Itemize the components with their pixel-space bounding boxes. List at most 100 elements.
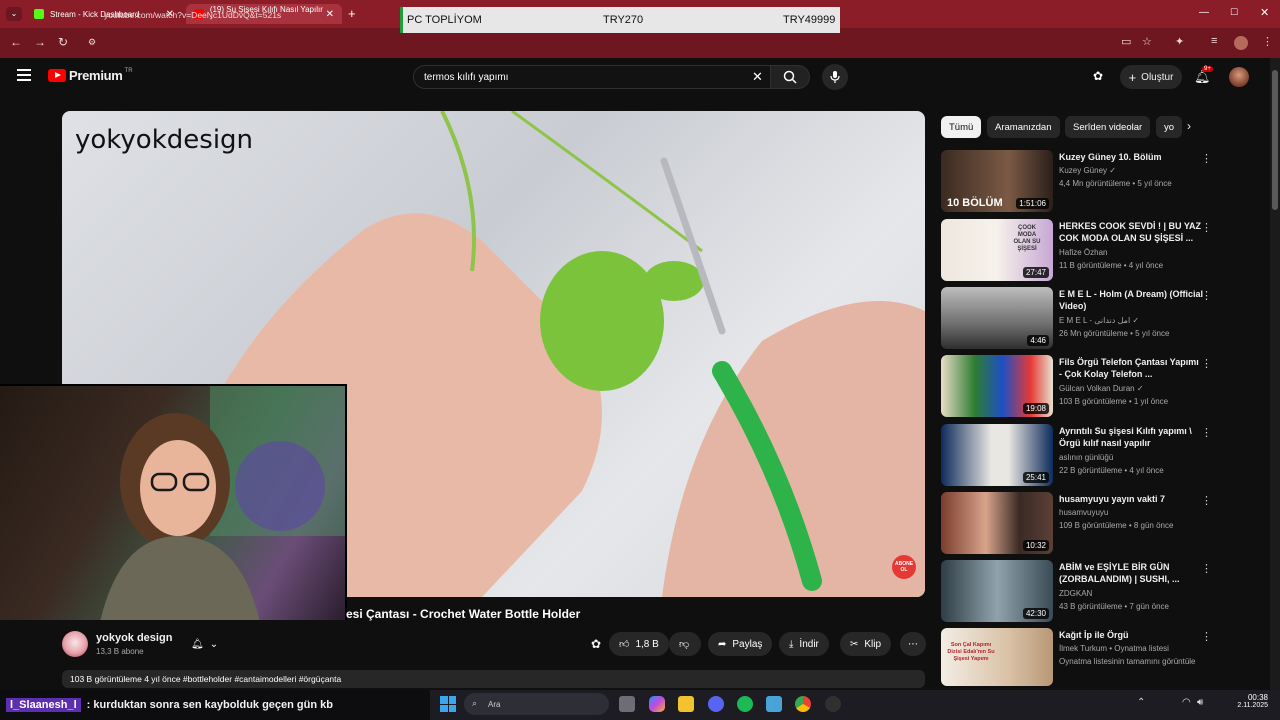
reco-channel[interactable]: husamvuyuyu: [1059, 508, 1108, 517]
more-icon[interactable]: ⋮: [1201, 630, 1212, 643]
reco-item[interactable]: ÇOOK MODA OLAN SU ŞİŞESİ 27:47 HERKES CO…: [941, 219, 1216, 281]
obs-icon[interactable]: [825, 696, 841, 712]
channel-avatar[interactable]: [62, 631, 88, 657]
spotify-icon[interactable]: [737, 696, 753, 712]
reco-thumbnail: ÇOOK MODA OLAN SU ŞİŞESİ 27:47: [941, 219, 1053, 281]
create-button[interactable]: + Oluştur: [1120, 65, 1182, 89]
like-button[interactable]: 👍︎ 1,8 B: [609, 632, 669, 656]
reco-meta: 26 Mn görüntüleme • 5 yıl önce: [1059, 329, 1170, 338]
install-app-icon[interactable]: ▭: [1121, 35, 1131, 48]
duration-badge: 4:46: [1027, 335, 1049, 346]
more-icon[interactable]: ⋮: [1201, 357, 1212, 370]
youtube-logo[interactable]: Premium TR: [48, 68, 133, 83]
clip-button[interactable]: ✂ Klip: [840, 632, 892, 656]
site-info-icon[interactable]: ⚙: [88, 37, 96, 48]
chevron-right-icon[interactable]: ›: [1187, 119, 1191, 133]
reading-list-icon[interactable]: ≡: [1211, 35, 1217, 47]
voice-search-button[interactable]: [822, 64, 848, 90]
more-icon[interactable]: ⋮: [1201, 152, 1212, 165]
more-icon[interactable]: ⋮: [1201, 562, 1212, 575]
window-minimize-icon[interactable]: —: [1199, 7, 1209, 18]
dislike-button[interactable]: 👎︎: [669, 632, 701, 656]
streamer-webcam: [0, 384, 347, 620]
taskbar-search-icon: ⌕: [472, 698, 478, 708]
more-icon[interactable]: ⋮: [1201, 289, 1212, 302]
more-actions-button[interactable]: ⋯: [900, 632, 926, 656]
more-icon[interactable]: ⋮: [1201, 221, 1212, 234]
window-close-icon[interactable]: ✕: [1260, 6, 1269, 19]
volume-icon[interactable]: 🔊︎: [1197, 697, 1203, 708]
app-icon[interactable]: [766, 696, 782, 712]
bell-icon: 🔔︎: [191, 638, 204, 650]
logo-region: TR: [124, 68, 133, 74]
reco-thumbnail: Son Çal Kapımı Dizisi Edalı'nın Su Şişes…: [941, 628, 1053, 686]
windows-start-icon[interactable]: [440, 696, 456, 712]
bookmark-star-icon[interactable]: ☆: [1142, 35, 1152, 48]
reload-icon[interactable]: ↻: [58, 35, 68, 49]
chip-all[interactable]: Tümü: [941, 116, 982, 138]
tab-menu-icon[interactable]: ⌄: [6, 7, 22, 21]
share-button[interactable]: ➦ Paylaş: [708, 632, 773, 656]
task-view-icon[interactable]: [619, 696, 635, 712]
network-icon[interactable]: ◠: [1182, 697, 1191, 708]
duration-badge: 42:30: [1022, 608, 1049, 619]
subscription-bell-button[interactable]: 🔔︎ ⌄: [181, 632, 231, 656]
chrome-icon[interactable]: [795, 696, 811, 712]
hamburger-menu-icon[interactable]: [17, 69, 31, 81]
duration-badge: 27:47: [1022, 267, 1049, 278]
reco-channel[interactable]: aslının günlüğü: [1059, 453, 1113, 462]
reco-item[interactable]: 10 BÖLÜM 1:51:06 Kuzey Güney 10. Bölüm K…: [941, 150, 1216, 212]
description-box[interactable]: 103 B görüntüleme 4 yıl önce #bottlehold…: [62, 670, 925, 688]
tray-chevron-icon[interactable]: ⌃: [1137, 697, 1145, 708]
chip-from-search[interactable]: Aramanızdan: [987, 116, 1060, 138]
scrollbar-thumb[interactable]: [1272, 70, 1278, 210]
reco-meta: 43 B görüntüleme • 7 gün önce: [1059, 602, 1169, 611]
profile-avatar[interactable]: [1234, 36, 1248, 50]
duration-badge: 25:41: [1022, 472, 1049, 483]
chip-more[interactable]: yo: [1156, 116, 1182, 138]
search-placeholder: Ara: [488, 699, 501, 709]
more-icon[interactable]: ⋮: [1201, 426, 1212, 439]
reco-item[interactable]: 19:08 Fils Örgü Telefon Çantası Yapımı -…: [941, 355, 1216, 417]
notifications-button[interactable]: 🔔︎ 9+: [1194, 66, 1213, 86]
clock[interactable]: 00:38 2.11.2025: [1232, 693, 1268, 709]
thumbs-down-icon: 👎︎: [679, 639, 690, 650]
window-maximize-icon[interactable]: ☐: [1230, 7, 1238, 18]
chip-series[interactable]: Serîden videolar: [1065, 116, 1151, 138]
channel-name[interactable]: yokyok design: [96, 632, 172, 644]
reco-channel[interactable]: ZDGKAN: [1059, 589, 1092, 598]
taskbar-search[interactable]: Ara: [464, 693, 609, 715]
subscribe-watermark-badge[interactable]: ABONE OL: [892, 555, 916, 579]
download-button[interactable]: ⤓ İndir: [779, 632, 829, 656]
back-icon[interactable]: ←: [10, 35, 22, 49]
extensions-icon[interactable]: ✦: [1175, 35, 1184, 48]
discord-icon[interactable]: [708, 696, 724, 712]
youtube-play-icon: [48, 69, 66, 82]
account-avatar[interactable]: [1229, 67, 1249, 87]
reco-item[interactable]: 4:46 E M E L - Holm (A Dream) (Official …: [941, 287, 1216, 349]
reco-item[interactable]: 25:41 Ayrıntılı Su şişesi Kılıfı yapımı …: [941, 424, 1216, 486]
thumbs-up-icon: 👍︎: [619, 639, 630, 650]
reco-thumbnail: 19:08: [941, 355, 1053, 417]
reco-item[interactable]: Son Çal Kapımı Dizisi Edalı'nın Su Şişes…: [941, 628, 1216, 690]
copilot-icon[interactable]: [649, 696, 665, 712]
ask-ai-icon[interactable]: ✿: [591, 637, 601, 651]
reco-channel[interactable]: E M E L - امل دندانی ✓: [1059, 316, 1139, 325]
like-count: 1,8 B: [635, 638, 659, 650]
reco-title: E M E L - Holm (A Dream) (Official Video…: [1059, 289, 1204, 311]
more-icon[interactable]: ⋮: [1201, 494, 1212, 507]
search-button[interactable]: [770, 65, 810, 89]
file-explorer-icon[interactable]: [678, 696, 694, 712]
reco-channel[interactable]: Kuzey Güney ✓: [1059, 166, 1116, 175]
reco-item[interactable]: 42:30 ABİM ve EŞİYLE BİR GÜN (ZORBALANDI…: [941, 560, 1216, 622]
clear-search-icon[interactable]: ✕: [752, 69, 763, 85]
reco-item[interactable]: 10:32 husamyuyu yayın vakti 7 husamvuyuy…: [941, 492, 1216, 554]
browser-menu-icon[interactable]: ⋮: [1262, 35, 1273, 48]
reco-channel[interactable]: İlmek Turkum • Oynatma listesi: [1059, 644, 1169, 653]
reco-channel[interactable]: Hafize Özhan: [1059, 248, 1107, 257]
cast-icon[interactable]: ✿: [1093, 69, 1103, 83]
forward-icon[interactable]: →: [34, 35, 46, 49]
search-input[interactable]: termos kılıfı yapımı: [413, 65, 771, 89]
reco-channel[interactable]: Gülcan Volkan Duran ✓: [1059, 384, 1144, 393]
reco-meta[interactable]: Oynatma listesinin tamamını görüntüle: [1059, 657, 1196, 666]
